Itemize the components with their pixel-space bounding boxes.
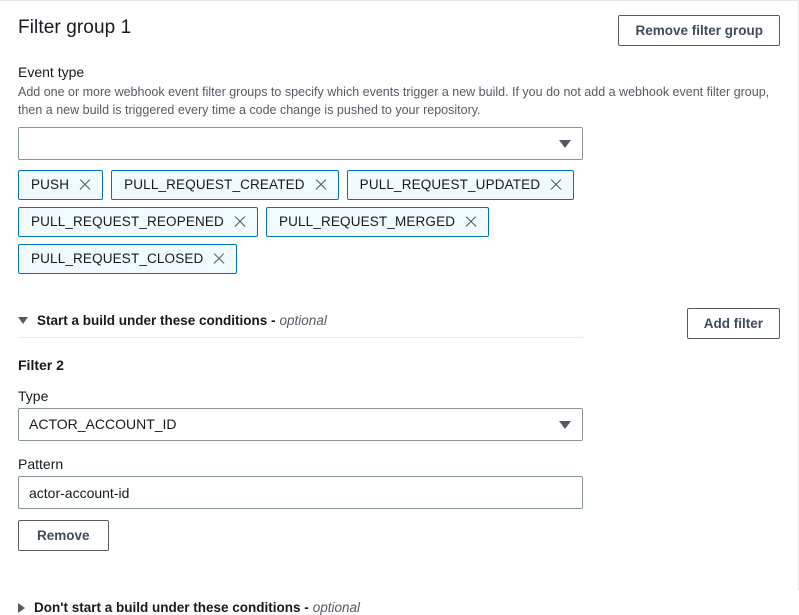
close-icon[interactable]	[212, 252, 226, 266]
triangle-down-icon	[18, 317, 28, 324]
remove-filter-button[interactable]: Remove	[18, 520, 109, 551]
dont-start-conditions-expander[interactable]: Don't start a build under these conditio…	[18, 595, 780, 615]
filter-type-select[interactable]: ACTOR_ACCOUNT_ID	[18, 408, 583, 441]
chip-label: PUSH	[31, 171, 69, 199]
filter-group-panel: Filter group 1 Remove filter group Event…	[0, 0, 799, 591]
filter-pattern-input[interactable]	[18, 476, 583, 509]
start-conditions-title: Start a build under these conditions -	[37, 313, 276, 328]
start-conditions-optional: optional	[280, 313, 327, 328]
section-divider	[18, 337, 583, 338]
event-type-chip[interactable]: PULL_REQUEST_CREATED	[111, 170, 339, 200]
start-conditions-expander[interactable]: Start a build under these conditions - o…	[18, 308, 583, 328]
chip-label: PULL_REQUEST_REOPENED	[31, 208, 224, 236]
page-title: Filter group 1	[18, 15, 131, 41]
triangle-right-icon	[18, 603, 25, 613]
close-icon[interactable]	[464, 215, 478, 229]
event-type-chip-list: PUSH PULL_REQUEST_CREATED PULL_REQUEST_U…	[18, 170, 618, 274]
chip-label: PULL_REQUEST_UPDATED	[360, 171, 541, 199]
event-type-chip[interactable]: PULL_REQUEST_REOPENED	[18, 207, 258, 237]
filter-type-label: Type	[18, 386, 780, 406]
chip-label: PULL_REQUEST_CLOSED	[31, 245, 203, 273]
chip-label: PULL_REQUEST_CREATED	[124, 171, 305, 199]
add-filter-button[interactable]: Add filter	[687, 308, 780, 339]
close-icon[interactable]	[233, 215, 247, 229]
filter-pattern-label: Pattern	[18, 454, 780, 474]
filter-group-header: Filter group 1 Remove filter group	[18, 15, 780, 49]
start-conditions-header: Start a build under these conditions - o…	[18, 308, 780, 339]
chip-label: PULL_REQUEST_MERGED	[279, 208, 455, 236]
event-type-label: Event type	[18, 62, 780, 82]
event-type-chip[interactable]: PUSH	[18, 170, 103, 200]
event-type-select[interactable]	[18, 127, 583, 160]
close-icon[interactable]	[314, 178, 328, 192]
dont-start-conditions-header: Don't start a build under these conditio…	[18, 595, 780, 615]
close-icon[interactable]	[78, 178, 92, 192]
event-type-description: Add one or more webhook event filter gro…	[18, 84, 780, 119]
remove-filter-group-button[interactable]: Remove filter group	[618, 15, 780, 46]
dont-start-conditions-optional: optional	[313, 600, 360, 615]
chevron-down-icon	[559, 421, 571, 429]
dont-start-conditions-title: Don't start a build under these conditio…	[34, 600, 309, 615]
event-type-chip[interactable]: PULL_REQUEST_CLOSED	[18, 244, 237, 274]
close-icon[interactable]	[549, 178, 563, 192]
chevron-down-icon	[559, 140, 571, 148]
filter-heading: Filter 2	[18, 357, 780, 373]
event-type-chip[interactable]: PULL_REQUEST_MERGED	[266, 207, 489, 237]
filter-type-select-value: ACTOR_ACCOUNT_ID	[19, 409, 177, 440]
event-type-chip[interactable]: PULL_REQUEST_UPDATED	[347, 170, 575, 200]
